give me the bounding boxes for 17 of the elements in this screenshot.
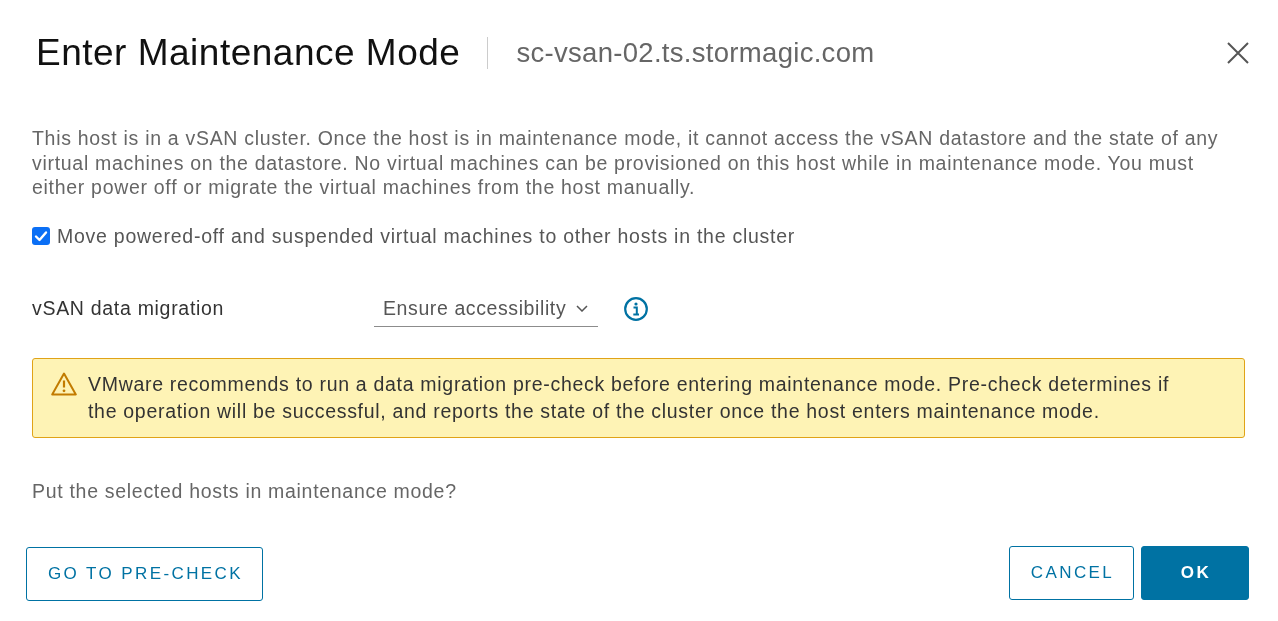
migration-label: vSAN data migration [32,297,226,320]
checkbox[interactable] [32,227,50,245]
close-button[interactable] [1227,42,1249,64]
migration-select[interactable]: Ensure accessibility [374,290,598,327]
cancel-button[interactable]: CANCEL [1009,545,1134,600]
warning-icon [51,371,77,396]
pre-check-button[interactable]: GO TO PRE-CHECK [26,546,263,601]
confirm-question: Put the selected hosts in maintenance mode? [32,478,458,503]
chevron-down-icon [576,304,588,312]
ok-button[interactable]: OK [1141,545,1249,600]
checkbox-label: Move powered-off and suspended virtual machines to other hosts in the cluster [57,224,796,248]
dialog-title: Enter Maintenance Mode [36,32,461,74]
host-name: sc-vsan-02.ts.stormagic.com [516,37,875,69]
info-message: This host is in a vSAN cluster. Once the host is in maintenance mode, it cannot access the vSAN datastore and the state of any virtual machines on the datastore. No virtual machines can be provisioned on this host while in maintenance mode. You must either power off or migrate the virtual machines from the host manually. [32,126,1220,200]
info-icon[interactable] [624,296,648,321]
alert-text: VMware recommends to run a data migration pre-check before entering maintenance mode. Pre-check determines if the operation will be successful, and reports the state of the cluster once the host enters maintenance mode. [88,371,1171,424]
close-icon [1227,42,1249,64]
